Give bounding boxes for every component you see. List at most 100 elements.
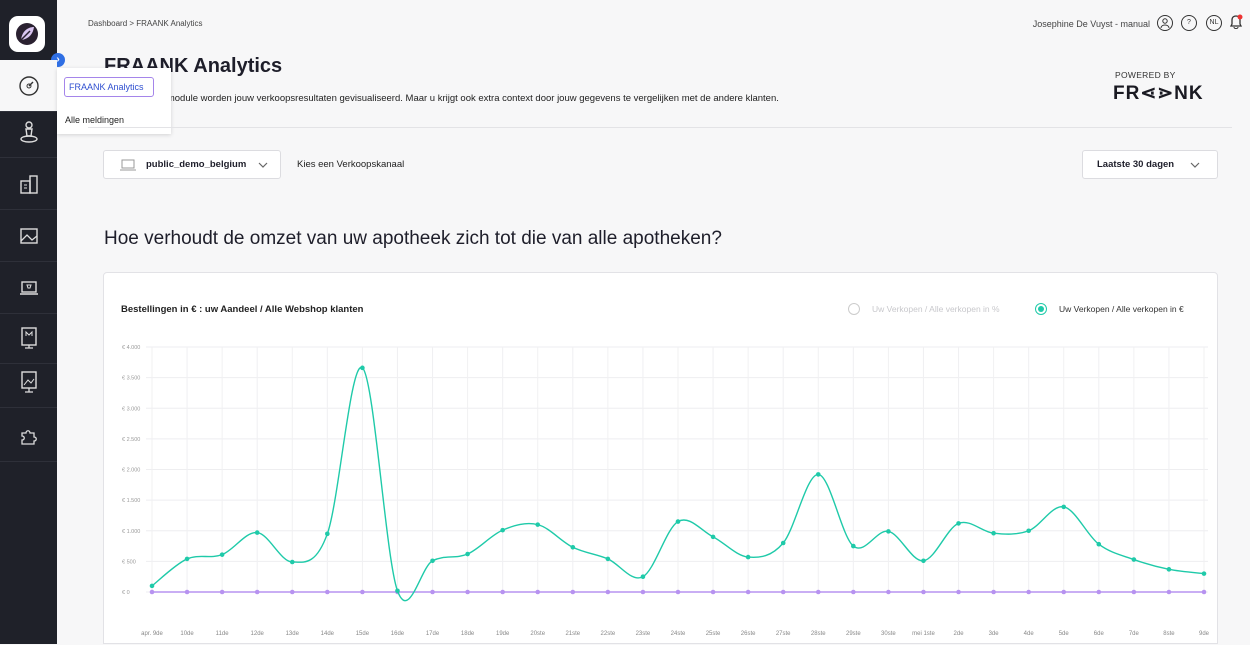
nav-integrations[interactable] <box>0 410 57 462</box>
gauge-icon <box>18 75 39 96</box>
data-point <box>991 589 996 595</box>
data-point <box>1131 557 1137 562</box>
store-select[interactable]: public_demo_belgium <box>103 150 281 179</box>
x-tick-label: 28ste <box>811 631 826 637</box>
data-point <box>254 589 260 595</box>
x-tick-label: 9de <box>1199 631 1210 637</box>
page-description: NK module worden jouw verkoopsresultaten… <box>151 93 779 104</box>
data-point <box>325 589 330 595</box>
nav-signage[interactable] <box>0 356 57 408</box>
x-tick-label: 5de <box>1059 631 1070 637</box>
data-point <box>745 554 751 560</box>
x-tick-label: 22ste <box>601 631 616 637</box>
data-point <box>1201 589 1207 595</box>
data-point <box>570 589 576 595</box>
data-point <box>605 556 611 562</box>
language-icon[interactable]: NL <box>1206 15 1222 31</box>
nav-webshop[interactable] <box>0 262 57 314</box>
data-point <box>1096 589 1102 595</box>
data-point <box>886 529 891 534</box>
notification-bell-icon[interactable] <box>1228 13 1244 31</box>
y-tick-label: € 500 <box>122 559 136 565</box>
x-tick-label: 6de <box>1094 631 1105 637</box>
x-tick-label: 21ste <box>565 631 580 637</box>
nav-products[interactable] <box>0 158 57 210</box>
data-point <box>1026 528 1031 534</box>
x-tick-label: apr. 9de <box>141 631 163 637</box>
data-point <box>1096 541 1102 547</box>
data-point <box>956 589 961 595</box>
x-tick-label: 8ste <box>1163 631 1175 637</box>
data-point <box>570 544 576 550</box>
nav-customers[interactable] <box>0 106 57 158</box>
signage-icon <box>20 370 37 393</box>
nav-images[interactable] <box>0 210 57 262</box>
flyout-item-alle-meldingen[interactable]: Alle meldingen <box>65 115 124 125</box>
store-select-value: public_demo_belgium <box>146 159 247 170</box>
x-tick-label: 27ste <box>776 631 791 637</box>
y-tick-label: € 0 <box>122 590 130 596</box>
products-icon <box>19 174 38 194</box>
period-select[interactable]: Laatste 30 dagen <box>1082 150 1218 179</box>
data-point <box>535 522 541 527</box>
data-point <box>1131 589 1137 595</box>
x-tick-label: 20ste <box>530 631 545 637</box>
data-point <box>921 589 926 595</box>
data-point <box>465 589 470 595</box>
data-point <box>219 589 225 595</box>
x-tick-label: 15de <box>356 631 370 637</box>
data-point <box>851 589 856 595</box>
x-tick-label: 26ste <box>741 631 756 637</box>
data-point <box>851 543 856 549</box>
y-tick-label: € 2.500 <box>122 437 140 443</box>
data-point <box>360 365 365 371</box>
frank-logo: FR⋖⋗NK <box>1113 83 1204 104</box>
flyout-item-fraank-analytics[interactable]: FRAANK Analytics <box>64 77 154 97</box>
data-point <box>149 583 155 589</box>
data-point <box>956 521 961 526</box>
laptop-icon <box>120 159 136 170</box>
data-point <box>219 552 225 557</box>
data-point <box>815 472 821 477</box>
data-point <box>430 589 435 595</box>
data-point <box>921 558 926 564</box>
y-tick-label: € 2.000 <box>122 468 140 474</box>
data-point <box>395 588 400 594</box>
breadcrumb[interactable]: Dashboard > FRAANK Analytics <box>88 19 203 28</box>
channel-select-label[interactable]: Kies een Verkoopskanaal <box>297 159 404 170</box>
section-title: Hoe verhoudt de omzet van uw apotheek zi… <box>104 228 722 249</box>
chevron-down-icon <box>258 162 268 168</box>
user-profile-icon[interactable] <box>1157 15 1173 31</box>
data-point <box>289 589 295 595</box>
chevron-down-icon <box>1190 162 1200 168</box>
chart-card: Bestellingen in € : uw Aandeel / Alle We… <box>103 272 1218 644</box>
app-logo[interactable] <box>9 16 45 52</box>
x-tick-label: 12de <box>251 631 265 637</box>
data-point <box>605 589 611 595</box>
person-pin-icon <box>19 120 38 143</box>
user-name[interactable]: Josephine De Vuyst - manual <box>1033 19 1150 29</box>
x-tick-label: 30ste <box>881 631 896 637</box>
help-icon[interactable]: ? <box>1181 15 1197 31</box>
period-select-value: Laatste 30 dagen <box>1097 159 1175 170</box>
person-icon <box>1160 18 1170 29</box>
data-point <box>1201 571 1207 576</box>
data-point <box>780 540 786 546</box>
data-point <box>430 558 435 564</box>
data-point <box>675 519 681 524</box>
data-point <box>815 589 821 595</box>
x-tick-label: 14de <box>321 631 335 637</box>
nav-analytics[interactable] <box>0 60 57 112</box>
line-chart: € 4.000 € 3.500 € 3.000 € 2.500 € 2.000 € 1.5… <box>122 345 1210 637</box>
x-tick-label: 25ste <box>706 631 721 637</box>
data-point <box>149 589 155 595</box>
x-tick-label: 17de <box>426 631 440 637</box>
y-tick-label: € 3.000 <box>122 406 140 412</box>
x-tick-label: 2de <box>954 631 965 637</box>
data-point <box>360 589 365 595</box>
x-tick-label: 11de <box>216 631 230 637</box>
x-tick-label: 24ste <box>671 631 686 637</box>
data-point <box>640 589 646 595</box>
data-point <box>500 527 505 533</box>
data-point <box>780 589 786 595</box>
